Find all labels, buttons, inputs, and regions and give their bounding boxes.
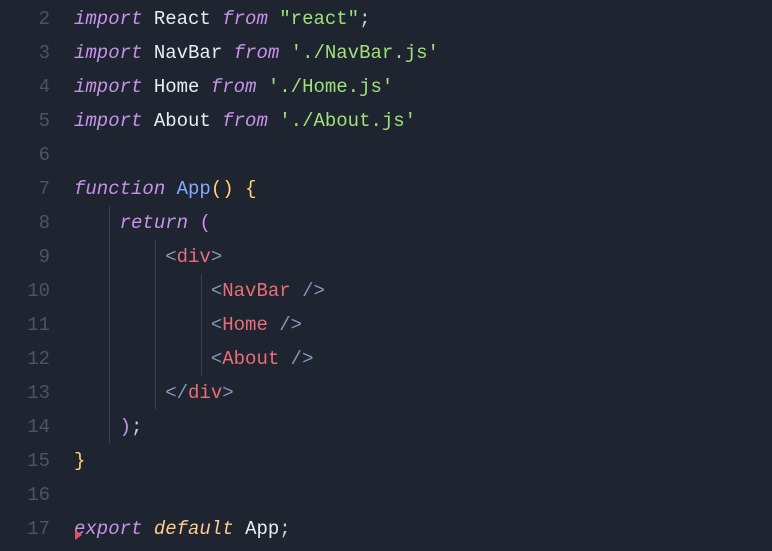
line-number: 11 [0, 308, 50, 342]
line-number: 9 [0, 240, 50, 274]
line-number: 14 [0, 410, 50, 444]
paren-close: ) [120, 416, 131, 438]
tag-home: Home [222, 314, 268, 336]
code-line[interactable] [74, 478, 772, 512]
code-line[interactable] [74, 138, 772, 172]
keyword-from: from [211, 76, 257, 98]
tag-open: < [165, 382, 176, 404]
code-line[interactable]: ); [74, 410, 772, 444]
semicolon: ; [359, 8, 370, 30]
code-line[interactable]: <div> [74, 240, 772, 274]
line-number: 5 [0, 104, 50, 138]
paren-open: ( [211, 178, 222, 200]
tag-slash: / [279, 314, 290, 336]
code-line[interactable]: <NavBar /> [74, 274, 772, 308]
keyword-export: export [74, 518, 142, 540]
tag-div: div [177, 246, 211, 268]
line-number: 4 [0, 70, 50, 104]
tag-slash: / [291, 348, 302, 370]
function-name: App [177, 178, 211, 200]
tag-close: > [211, 246, 222, 268]
tag-close: > [222, 382, 233, 404]
line-number: 15 [0, 444, 50, 478]
keyword-default: default [154, 518, 234, 540]
ident-react: React [154, 8, 211, 30]
code-line[interactable]: import NavBar from './NavBar.js' [74, 36, 772, 70]
line-number: 3 [0, 36, 50, 70]
paren-close: ) [222, 178, 233, 200]
line-number: 7 [0, 172, 50, 206]
code-line[interactable]: </div> [74, 376, 772, 410]
code-editor[interactable]: 2 3 4 5 6 7 8 9 10 11 12 13 14 15 16 17 … [0, 0, 772, 546]
ident-about: About [154, 110, 211, 132]
keyword-return: return [120, 212, 188, 234]
tag-open: < [211, 314, 222, 336]
keyword-import: import [74, 110, 142, 132]
tag-div: div [188, 382, 222, 404]
ident-app: App [245, 518, 279, 540]
keyword-import: import [74, 8, 142, 30]
keyword-from: from [222, 110, 268, 132]
paren-open: ( [199, 212, 210, 234]
ident-navbar: NavBar [154, 42, 222, 64]
keyword-from: from [222, 8, 268, 30]
code-line[interactable]: import React from "react"; [74, 2, 772, 36]
code-line[interactable]: <Home /> [74, 308, 772, 342]
tag-about: About [222, 348, 279, 370]
code-line[interactable]: import Home from './Home.js' [74, 70, 772, 104]
keyword-import: import [74, 76, 142, 98]
code-area[interactable]: import React from "react"; import NavBar… [74, 2, 772, 546]
line-number: 6 [0, 138, 50, 172]
string-literal: './NavBar.js' [291, 42, 439, 64]
keyword-function: function [74, 178, 165, 200]
tag-navbar: NavBar [222, 280, 290, 302]
tag-slash: / [177, 382, 188, 404]
ident-home: Home [154, 76, 200, 98]
tag-open: < [211, 348, 222, 370]
tag-close: > [291, 314, 302, 336]
fold-marker-icon[interactable] [75, 530, 82, 540]
code-line[interactable]: import About from './About.js' [74, 104, 772, 138]
line-number-gutter: 2 3 4 5 6 7 8 9 10 11 12 13 14 15 16 17 [0, 2, 74, 546]
brace-close: } [74, 450, 85, 472]
tag-close: > [302, 348, 313, 370]
code-line[interactable]: } [74, 444, 772, 478]
line-number: 10 [0, 274, 50, 308]
line-number: 16 [0, 478, 50, 512]
semicolon: ; [131, 416, 142, 438]
line-number: 13 [0, 376, 50, 410]
tag-slash: / [302, 280, 313, 302]
keyword-from: from [234, 42, 280, 64]
code-line[interactable]: function App() { [74, 172, 772, 206]
line-number: 8 [0, 206, 50, 240]
code-line[interactable]: return ( [74, 206, 772, 240]
line-number: 17 [0, 512, 50, 546]
brace-open: { [245, 178, 256, 200]
semicolon: ; [279, 518, 290, 540]
line-number: 12 [0, 342, 50, 376]
keyword-import: import [74, 42, 142, 64]
code-line[interactable]: export default App; [74, 512, 772, 546]
string-literal: './Home.js' [268, 76, 393, 98]
code-line[interactable]: <About /> [74, 342, 772, 376]
tag-close: > [313, 280, 324, 302]
tag-open: < [165, 246, 176, 268]
string-literal: "react" [279, 8, 359, 30]
line-number: 2 [0, 2, 50, 36]
string-literal: './About.js' [279, 110, 416, 132]
tag-open: < [211, 280, 222, 302]
